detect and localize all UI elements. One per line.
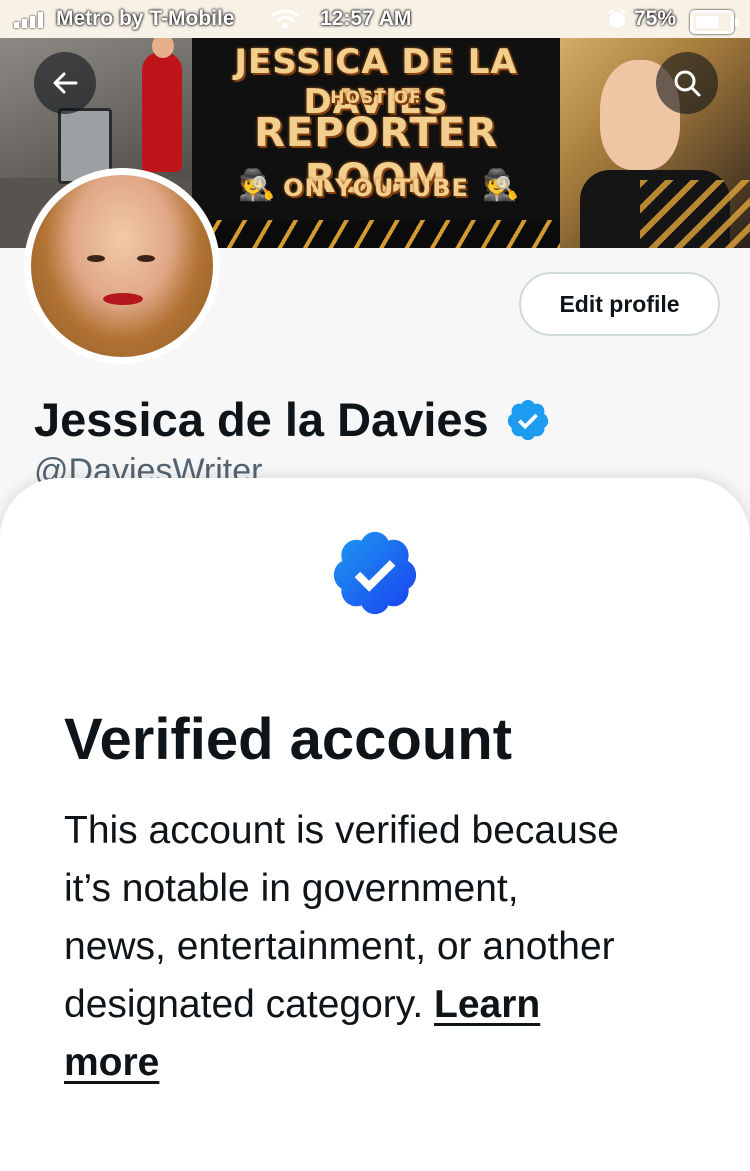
banner-graphic: JESSICA DE LA DAVIES HOST OF REPORTER RO…	[192, 30, 560, 248]
person-image	[142, 34, 182, 172]
status-bar: Metro by T-Mobile 12:57 AM 75%	[0, 0, 750, 38]
banner-stripes	[192, 220, 560, 248]
sheet-title: Verified account	[64, 707, 513, 772]
avatar-image	[31, 175, 213, 357]
battery-percentage: 75%	[634, 7, 677, 30]
search-icon	[674, 70, 701, 97]
alarm-icon	[608, 8, 626, 28]
display-name: Jessica de la Davies	[34, 392, 551, 447]
verified-account-sheet: Verified account This account is verifie…	[0, 478, 750, 1171]
banner-host-of: HOST OF	[330, 88, 422, 108]
carrier-name: Metro by T-Mobile	[56, 7, 235, 30]
search-button[interactable]	[656, 52, 718, 114]
sheet-description: This account is verified because it’s no…	[64, 802, 624, 1092]
display-name-text: Jessica de la Davies	[34, 393, 489, 446]
banner-portrait	[560, 30, 750, 248]
spy-icon: 🕵	[482, 169, 520, 202]
back-arrow-icon	[53, 72, 78, 94]
edit-profile-button[interactable]: Edit profile	[519, 272, 720, 336]
battery-icon	[690, 10, 738, 34]
verified-badge-icon[interactable]	[505, 397, 551, 443]
wifi-icon	[271, 9, 299, 29]
verified-badge-icon	[333, 531, 417, 615]
avatar[interactable]	[24, 168, 220, 364]
signal-icon	[14, 12, 43, 28]
back-button[interactable]	[34, 52, 96, 114]
status-time: 12:57 AM	[320, 7, 412, 30]
